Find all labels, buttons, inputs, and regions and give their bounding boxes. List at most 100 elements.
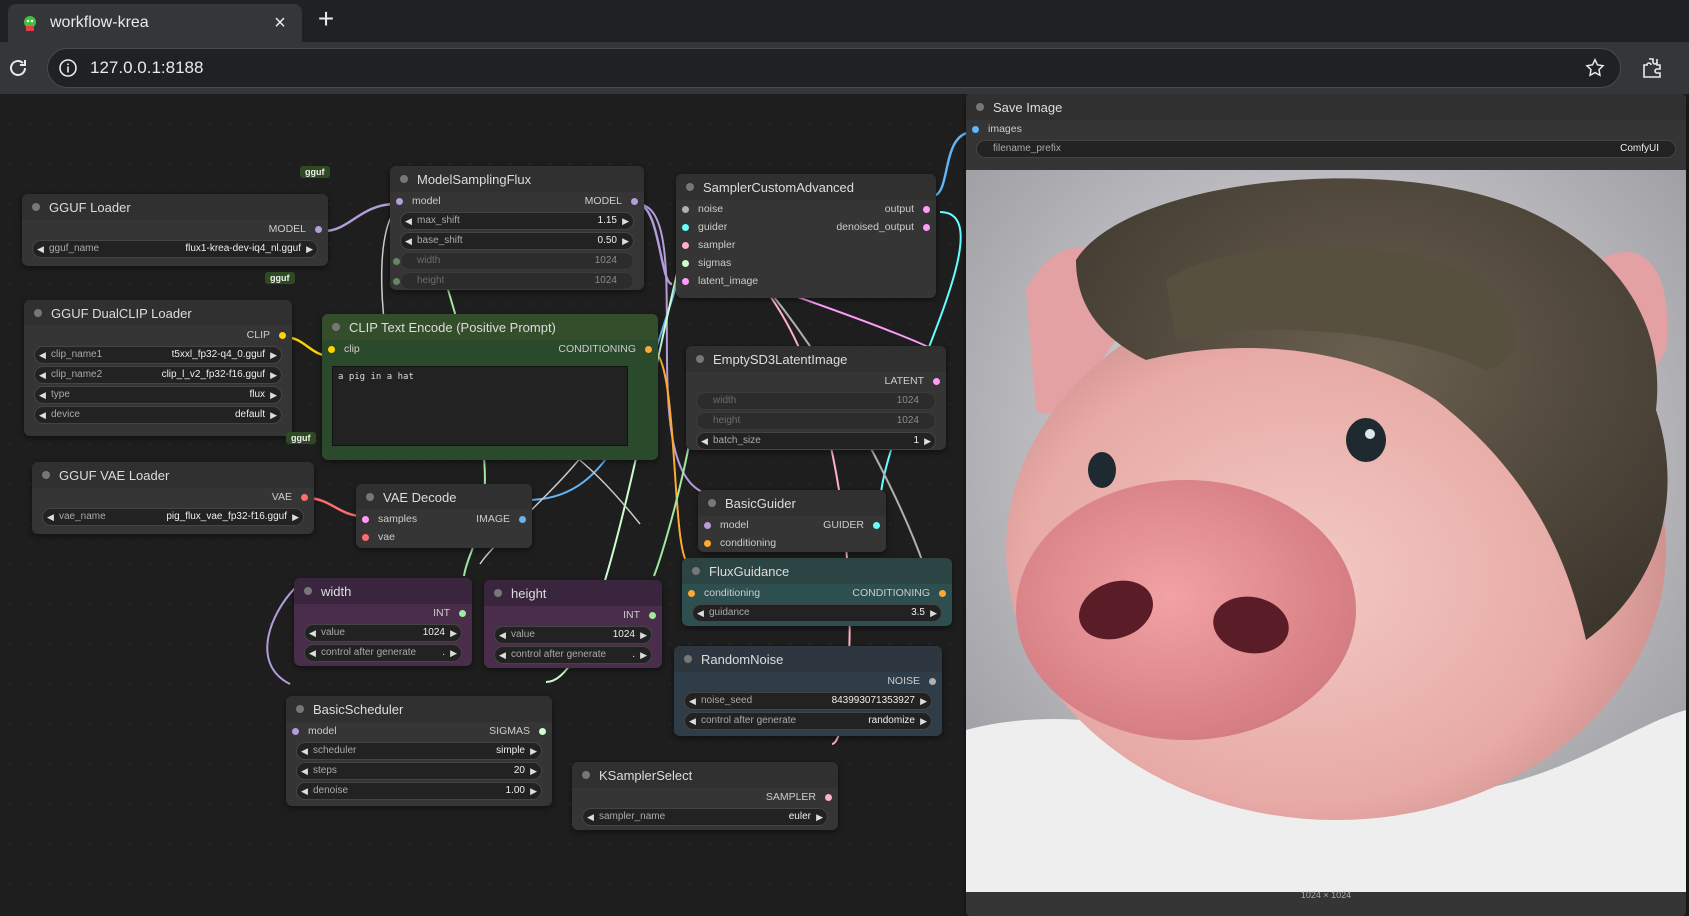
samples-input-pin[interactable]: [362, 516, 369, 523]
sampler-custom-advanced-node[interactable]: SamplerCustomAdvanced noise output guider…: [676, 174, 936, 298]
control-after-generate-widget[interactable]: ◀ control after generate. ▶: [304, 644, 462, 662]
width-input-pin[interactable]: [393, 258, 400, 265]
denoised-output-pin[interactable]: [923, 224, 930, 231]
output-pin[interactable]: [923, 206, 930, 213]
decrement-arrow-icon[interactable]: ◀: [405, 233, 412, 249]
noise-input-pin[interactable]: [682, 206, 689, 213]
collapse-dot-icon[interactable]: [976, 103, 984, 111]
model-output-pin[interactable]: [631, 198, 638, 205]
latent-input-pin[interactable]: [682, 278, 689, 285]
images-input-pin[interactable]: [972, 126, 979, 133]
decrement-arrow-icon[interactable]: ◀: [301, 763, 308, 779]
height-input-widget[interactable]: height 1024: [696, 412, 936, 430]
node-header[interactable]: VAE Decode: [356, 484, 532, 510]
sampler-name-widget[interactable]: ◀ sampler_name euler ▶: [582, 808, 828, 826]
sigmas-output-pin[interactable]: [539, 728, 546, 735]
extensions-icon[interactable]: [1640, 56, 1664, 80]
increment-arrow-icon[interactable]: ▶: [530, 763, 537, 779]
vae-name-widget[interactable]: ◀ vae_name pig_flux_vae_fp32-f16.gguf ▶: [42, 508, 304, 526]
collapse-dot-icon[interactable]: [34, 309, 42, 317]
denoise-widget[interactable]: ◀ denoise 1.00 ▶: [296, 782, 542, 800]
ksampler-select-node[interactable]: KSamplerSelect SAMPLER ◀ sampler_name eule…: [572, 762, 838, 830]
decrement-arrow-icon[interactable]: ◀: [499, 647, 506, 663]
int-output-pin[interactable]: [459, 610, 466, 617]
conditioning-input-pin[interactable]: [704, 540, 711, 547]
bookmark-star-icon[interactable]: [1584, 57, 1606, 79]
increment-arrow-icon[interactable]: ▶: [270, 387, 277, 403]
increment-arrow-icon[interactable]: ▶: [450, 625, 457, 641]
noise-seed-widget[interactable]: ◀ noise_seed 843993071353927 ▶: [684, 692, 932, 710]
model-sampling-flux-node[interactable]: ModelSamplingFlux model MODEL ◀ max_shift 1…: [390, 166, 644, 290]
decrement-arrow-icon[interactable]: ◀: [697, 605, 704, 621]
width-input-widget[interactable]: width 1024: [393, 252, 634, 270]
close-tab-icon[interactable]: ×: [268, 13, 292, 33]
increment-arrow-icon[interactable]: ▶: [640, 647, 647, 663]
decrement-arrow-icon[interactable]: ◀: [301, 783, 308, 799]
max-shift-widget[interactable]: ◀ max_shift 1.15 ▶: [400, 212, 634, 230]
guider-input-pin[interactable]: [682, 224, 689, 231]
value-widget[interactable]: ◀ value 1024 ▶: [494, 626, 652, 644]
collapse-dot-icon[interactable]: [684, 655, 692, 663]
decrement-arrow-icon[interactable]: ◀: [47, 509, 54, 525]
node-header[interactable]: FluxGuidance: [682, 558, 952, 584]
node-header[interactable]: KSamplerSelect: [572, 762, 838, 788]
guider-output-pin[interactable]: [873, 522, 880, 529]
type-widget[interactable]: ◀ type flux ▶: [34, 386, 282, 404]
node-header[interactable]: width: [294, 578, 472, 604]
browser-tab[interactable]: workflow-krea ×: [8, 4, 302, 42]
decrement-arrow-icon[interactable]: ◀: [587, 809, 594, 825]
decrement-arrow-icon[interactable]: ◀: [405, 213, 412, 229]
decrement-arrow-icon[interactable]: ◀: [37, 241, 44, 257]
collapse-dot-icon[interactable]: [42, 471, 50, 479]
collapse-dot-icon[interactable]: [366, 493, 374, 501]
sampler-output-pin[interactable]: [825, 794, 832, 801]
collapse-dot-icon[interactable]: [692, 567, 700, 575]
height-int-node[interactable]: height INT ◀ value 1024 ▶ ◀ control after ge…: [484, 580, 662, 668]
node-header[interactable]: BasicScheduler: [286, 696, 552, 722]
decrement-arrow-icon[interactable]: ◀: [39, 367, 46, 383]
random-noise-node[interactable]: RandomNoise NOISE ◀ noise_seed 84399307135…: [674, 646, 942, 736]
decrement-arrow-icon[interactable]: ◀: [689, 693, 696, 709]
filename-prefix-widget[interactable]: filename_prefix ComfyUI: [976, 140, 1676, 158]
model-input-pin[interactable]: [292, 728, 299, 735]
prompt-textarea[interactable]: a pig in a hat: [332, 366, 628, 446]
collapse-dot-icon[interactable]: [686, 183, 694, 191]
increment-arrow-icon[interactable]: ▶: [622, 213, 629, 229]
vae-decode-node[interactable]: VAE Decode samples IMAGE vae: [356, 484, 532, 548]
steps-widget[interactable]: ◀ steps 20 ▶: [296, 762, 542, 780]
collapse-dot-icon[interactable]: [696, 355, 704, 363]
conditioning-output-pin[interactable]: [939, 590, 946, 597]
decrement-arrow-icon[interactable]: ◀: [309, 645, 316, 661]
gguf-loader-node[interactable]: GGUF Loader MODEL ◀ gguf_name flux1-krea-d…: [22, 194, 328, 266]
increment-arrow-icon[interactable]: ▶: [270, 367, 277, 383]
decrement-arrow-icon[interactable]: ◀: [39, 347, 46, 363]
gguf-name-widget[interactable]: ◀ gguf_name flux1-krea-dev-iq4_nl.gguf ▶: [32, 240, 318, 258]
sampler-input-pin[interactable]: [682, 242, 689, 249]
omnibox[interactable]: 127.0.0.1:8188: [47, 48, 1621, 88]
reload-icon[interactable]: [6, 56, 30, 80]
width-int-node[interactable]: width INT ◀ value 1024 ▶ ◀ control after gen…: [294, 578, 472, 666]
gguf-vae-loader-node[interactable]: GGUF VAE Loader VAE ◀ vae_name pig_flux_va…: [32, 462, 314, 534]
height-input-pin[interactable]: [393, 278, 400, 285]
device-widget[interactable]: ◀ device default ▶: [34, 406, 282, 424]
decrement-arrow-icon[interactable]: ◀: [301, 743, 308, 759]
node-header[interactable]: EmptySD3LatentImage: [686, 346, 946, 372]
decrement-arrow-icon[interactable]: ◀: [499, 627, 506, 643]
increment-arrow-icon[interactable]: ▶: [920, 693, 927, 709]
width-input-widget[interactable]: width 1024: [696, 392, 936, 410]
empty-sd3-latent-image-node[interactable]: EmptySD3LatentImage LATENT width 1024 hei…: [686, 346, 946, 450]
decrement-arrow-icon[interactable]: ◀: [689, 713, 696, 729]
collapse-dot-icon[interactable]: [708, 499, 716, 507]
url-text[interactable]: 127.0.0.1:8188: [90, 58, 203, 78]
gguf-dualclip-loader-node[interactable]: GGUF DualCLIP Loader CLIP ◀ clip_name1 t5x…: [24, 300, 292, 436]
node-header[interactable]: CLIP Text Encode (Positive Prompt): [322, 314, 658, 340]
collapse-dot-icon[interactable]: [332, 323, 340, 331]
vae-output-pin[interactable]: [301, 494, 308, 501]
node-header[interactable]: BasicGuider: [698, 490, 886, 516]
node-header[interactable]: GGUF VAE Loader: [32, 462, 314, 488]
increment-arrow-icon[interactable]: ▶: [816, 809, 823, 825]
flux-guidance-node[interactable]: FluxGuidance conditioning CONDITIONING ◀ g…: [682, 558, 952, 626]
generated-image-preview[interactable]: [966, 170, 1686, 892]
increment-arrow-icon[interactable]: ▶: [530, 783, 537, 799]
basic-scheduler-node[interactable]: BasicScheduler model SIGMAS ◀ scheduler sim…: [286, 696, 552, 806]
